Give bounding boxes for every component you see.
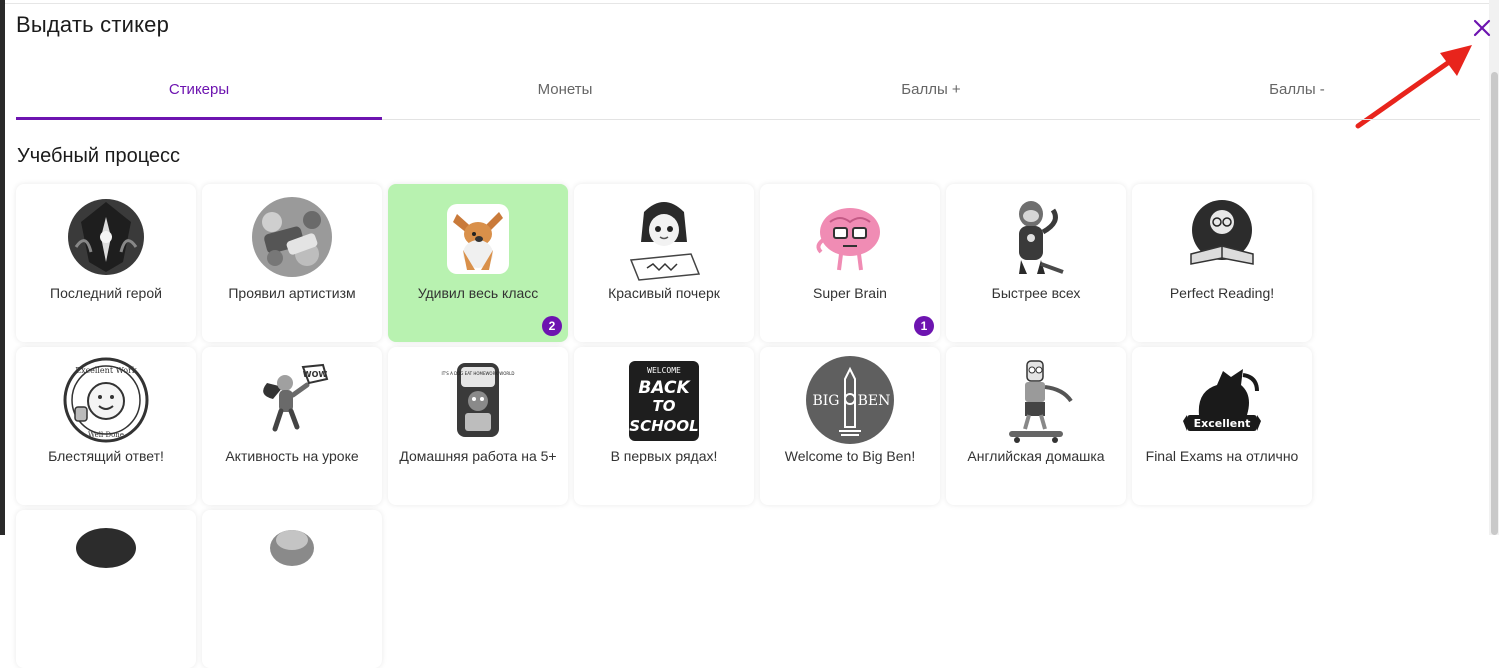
big-ben-sticker-icon: BIG BEN [806, 356, 894, 444]
svg-text:WELCOME: WELCOME [647, 366, 681, 375]
hero-sticker-icon [68, 199, 144, 275]
sticker-label: Красивый почерк [608, 285, 720, 301]
section-title: Учебный процесс [17, 145, 181, 167]
sticker-card[interactable]: Быстрее всех [946, 184, 1126, 342]
partial-sticker-icon [270, 530, 314, 566]
sticker-card[interactable]: Красивый почерк [574, 184, 754, 342]
close-icon [1473, 19, 1491, 37]
sticker-card[interactable] [16, 510, 196, 668]
sticker-card[interactable]: Perfect Reading! [1132, 184, 1312, 342]
sticker-label: Английская домашка [967, 448, 1105, 464]
partial-sticker-icon [76, 528, 136, 568]
sticker-label: Блестящий ответ! [48, 448, 164, 464]
make-pop-sticker-icon [252, 197, 332, 277]
sticker-label: Быстрее всех [991, 285, 1081, 301]
sticker-count-badge: 1 [914, 316, 934, 336]
sticker-label: Perfect Reading! [1169, 285, 1275, 301]
dialog-title: Выдать стикер [16, 12, 170, 37]
sticker-card[interactable]: Excellent Work Well Done Блестящий ответ… [16, 347, 196, 505]
sticker-card[interactable]: IT'S A DOG EAT HOMEWORK WORLD Домашняя р… [388, 347, 568, 505]
sloth-sticker-icon [1019, 201, 1064, 274]
sticker-card[interactable] [202, 510, 382, 668]
svg-text:BIG: BIG [812, 393, 839, 409]
sticker-card[interactable]: Excellent Final Exams на отлично [1132, 347, 1312, 505]
svg-text:BEN: BEN [858, 393, 891, 409]
reading-sticker-icon [1190, 200, 1254, 265]
svg-text:IT'S A DOG EAT HOMEWORK WORLD: IT'S A DOG EAT HOMEWORK WORLD [442, 371, 515, 376]
sticker-label: Активность на уроке [225, 448, 359, 464]
close-button[interactable] [1469, 15, 1495, 41]
sticker-label: Последний герой [50, 285, 162, 301]
sticker-card[interactable]: BIG BEN Welcome to Big Ben! [760, 347, 940, 505]
sticker-label: В первых рядах! [610, 448, 718, 464]
superhero-sticker-icon: WOW [263, 363, 329, 432]
sticker-card[interactable]: WOW Активность на уроке [202, 347, 382, 505]
svg-text:Excellent: Excellent [1194, 417, 1251, 430]
svg-text:Well Done: Well Done [88, 431, 124, 439]
skater-sticker-icon [1009, 360, 1073, 443]
sticker-card[interactable]: WELCOME BACK TO SCHOOL В первых рядах! [574, 347, 754, 505]
sticker-label: Удивил весь класс [417, 285, 539, 301]
svg-text:BACK: BACK [638, 378, 691, 398]
window-left-edge [0, 0, 5, 535]
sticker-card[interactable]: Последний герой [16, 184, 196, 342]
sticker-count-badge: 2 [542, 316, 562, 336]
back-to-school-sticker-icon: WELCOME BACK TO SCHOOL [629, 361, 699, 441]
tab-points-plus[interactable]: Баллы + [748, 62, 1114, 119]
tab-stickers[interactable]: Стикеры [16, 62, 382, 120]
sticker-grid: Последний герой Проявил артистизм Удивил [16, 184, 1312, 668]
tab-coins[interactable]: Монеты [382, 62, 748, 119]
top-divider [5, 3, 1489, 4]
sticker-label: Super Brain [813, 285, 887, 301]
sticker-card-selected[interactable]: Удивил весь класс 2 [388, 184, 568, 342]
excellent-horse-sticker-icon: Excellent [1183, 369, 1261, 431]
dabbing-dog-sticker-icon [447, 204, 509, 274]
svg-text:Excellent Work: Excellent Work [75, 366, 137, 375]
tab-points-minus[interactable]: Баллы - [1114, 62, 1480, 119]
sticker-label: Домашняя работа на 5+ [399, 448, 557, 464]
homework-sticker-icon: IT'S A DOG EAT HOMEWORK WORLD [442, 363, 515, 437]
excellent-work-sticker-icon: Excellent Work Well Done [63, 357, 149, 443]
sticker-label: Welcome to Big Ben! [784, 448, 916, 464]
writing-girl-sticker-icon [629, 202, 701, 281]
brain-sticker-icon [816, 208, 880, 271]
sticker-label: Проявил артистизм [228, 285, 356, 301]
tab-bar: Стикеры Монеты Баллы + Баллы - [16, 62, 1480, 120]
svg-text:SCHOOL: SCHOOL [629, 417, 698, 435]
sticker-card[interactable]: Английская домашка [946, 347, 1126, 505]
scrollbar[interactable] [1489, 0, 1499, 535]
sticker-card[interactable]: Проявил артистизм [202, 184, 382, 342]
scrollbar-thumb[interactable] [1491, 72, 1498, 535]
svg-text:WOW: WOW [303, 370, 328, 379]
sticker-card[interactable]: Super Brain 1 [760, 184, 940, 342]
sticker-label: Final Exams на отлично [1145, 448, 1299, 464]
svg-text:TO: TO [653, 397, 676, 415]
